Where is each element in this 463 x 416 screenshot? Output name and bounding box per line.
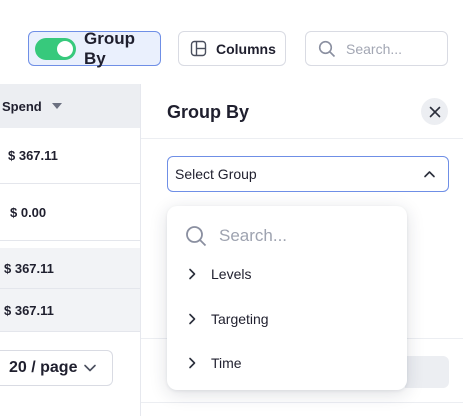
dropdown-item-levels[interactable]: Levels (187, 259, 387, 289)
columns-button-label: Columns (216, 40, 276, 57)
group-by-toggle-label: Group By (84, 28, 135, 68)
dropdown-search-input[interactable] (219, 226, 379, 246)
page-size-label: 20 / page (9, 359, 78, 376)
dropdown-item-label: Time (211, 355, 242, 371)
dropdown-item-time[interactable]: Time (187, 348, 387, 378)
table-row[interactable]: $ 367.11 (0, 248, 140, 289)
chevron-right-icon (187, 268, 197, 280)
dropdown-search-field[interactable] (185, 220, 395, 252)
table-row[interactable]: $ 0.00 (0, 184, 140, 241)
spend-cell: $ 367.11 (4, 302, 54, 318)
chevron-right-icon (187, 313, 197, 325)
chevron-down-icon (83, 361, 97, 375)
group-by-switch[interactable] (35, 37, 76, 60)
top-search-field[interactable] (305, 31, 448, 66)
group-select[interactable]: Select Group (167, 156, 449, 192)
panel-bottom-divider (141, 402, 463, 403)
search-icon (318, 40, 336, 58)
top-search-input[interactable] (346, 40, 436, 57)
spend-header-label: Spend (2, 98, 42, 114)
close-button[interactable] (421, 98, 448, 125)
data-table: Spend $ 367.11 $ 0.00 $ 367.11 $ 367.11 (0, 84, 140, 332)
spend-cell: $ 367.11 (8, 148, 58, 163)
columns-button[interactable]: Columns (178, 31, 286, 66)
toolbar: Group By Columns (0, 0, 463, 84)
spend-cell: $ 367.11 (4, 260, 54, 276)
table-row[interactable]: $ 367.11 (0, 289, 140, 332)
panel-title: Group By (167, 102, 250, 122)
chevron-up-icon (423, 168, 436, 181)
page-size-select[interactable]: 20 / page (0, 350, 113, 386)
group-select-placeholder: Select Group (175, 166, 257, 182)
chevron-right-icon (187, 357, 197, 369)
panel-footer-button[interactable] (405, 356, 449, 388)
table-row[interactable]: $ 367.11 (0, 128, 140, 184)
panel-divider (141, 138, 463, 139)
spend-column-header[interactable]: Spend (0, 84, 140, 128)
group-by-toggle-button[interactable]: Group By (28, 28, 161, 68)
group-dropdown-menu: Levels Targeting Time (167, 206, 407, 390)
dropdown-item-targeting[interactable]: Targeting (187, 304, 387, 334)
columns-icon (190, 40, 207, 57)
sort-caret-icon[interactable] (51, 103, 62, 109)
close-icon (429, 106, 441, 118)
search-icon (185, 225, 207, 247)
dropdown-item-label: Targeting (211, 311, 269, 327)
dropdown-item-label: Levels (211, 266, 252, 282)
spend-cell: $ 0.00 (10, 204, 47, 220)
switch-knob (57, 40, 73, 57)
